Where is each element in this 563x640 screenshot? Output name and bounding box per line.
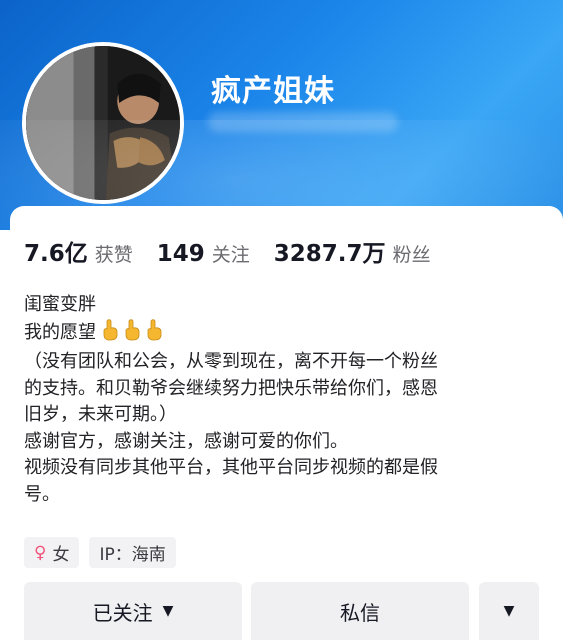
bio-line: 的支持。和贝勒爷会继续努力把快乐带给你们，感恩 [24,377,438,399]
message-button-label: 私信 [340,600,380,625]
profile-header-background: 疯产姐妹 [0,0,563,230]
bio-line-with-emoji: 我的愿望 [24,318,544,350]
bio: 闺蜜变胖 我的愿望 （没有团队和公会，从零到现在，离不开每一个粉丝 的支持。和贝… [24,292,544,508]
blurred-account-id [208,112,398,132]
stat-following-label: 关注 [211,244,250,266]
message-button[interactable]: 私信 [251,582,469,640]
stat-followers-label: 粉丝 [392,244,431,266]
avatar[interactable] [22,42,184,204]
stat-likes-label: 获赞 [94,244,133,266]
stat-followers[interactable]: 3287.7万 粉丝 [274,234,431,268]
followed-button-label: 已关注 [92,600,153,625]
bio-line: 感谢官方，感谢关注，感谢可爱的你们。 [24,430,348,452]
bio-line: 闺蜜变胖 [24,294,96,315]
stat-likes-value: 7.6亿 [24,241,88,267]
bio-line: 我的愿望 [24,321,96,343]
avatar-photo-icon [26,46,180,200]
bio-line: （没有团队和公会，从零到现在，离不开每一个粉丝 [24,351,438,372]
caret-down-icon: ▼ [503,603,515,619]
followed-button[interactable]: 已关注 ▼ [24,582,242,640]
stat-likes[interactable]: 7.6亿 获赞 [24,234,133,268]
ip-location-label: IP：海南 [99,545,166,565]
stat-followers-value: 3287.7万 [273,241,386,267]
caret-down-icon: ▼ [162,603,174,619]
gender-tag: ♀ 女 [24,537,80,568]
profile-tags: ♀ 女 IP：海南 [24,537,186,568]
ip-location-tag: IP：海南 [89,537,176,568]
stat-following-value: 149 [156,241,205,267]
stats-row: 7.6亿 获赞 149 关注 3287.7万 粉丝 [24,234,455,268]
more-options-button[interactable]: ▼ [479,582,539,640]
bio-line: 号。 [24,483,60,505]
bio-line: 旧岁，未来可期。） [24,404,177,425]
nickname: 疯产姐妹 [211,74,335,109]
stat-following[interactable]: 149 关注 [157,240,250,267]
bio-line: 视频没有同步其他平台，其他平台同步视频的都是假 [24,457,438,478]
gender-label: 女 [52,545,70,565]
pointing-hand-emoji-icon [100,318,166,350]
female-icon: ♀ [34,542,47,563]
